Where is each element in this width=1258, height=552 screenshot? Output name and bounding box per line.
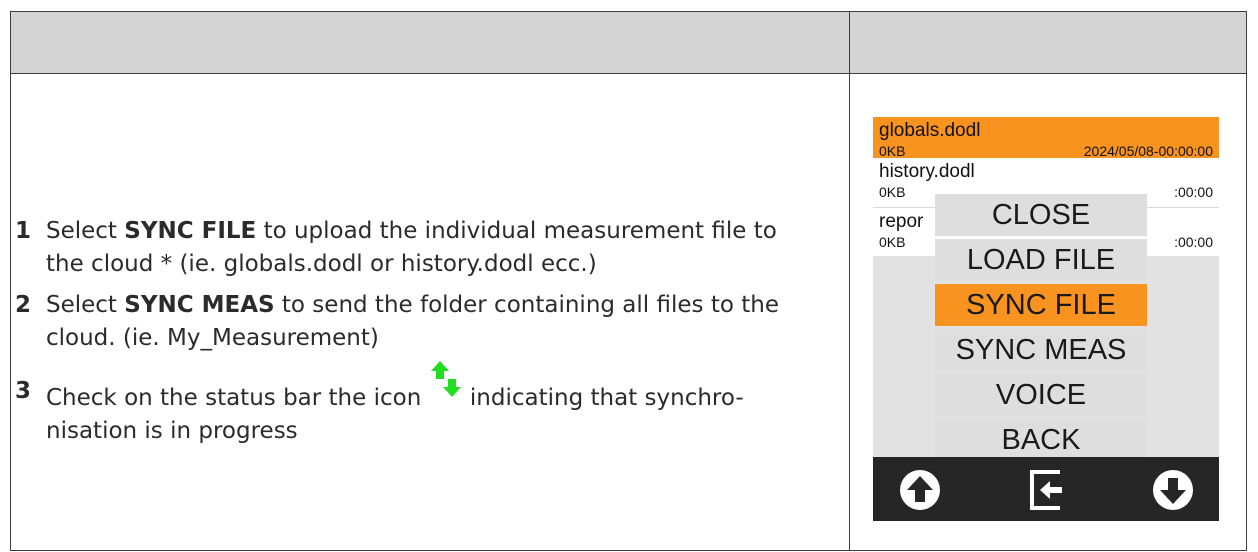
file-name: globals.dodl xyxy=(879,120,981,141)
steps-list: 1 Select SYNC FILE to upload the individu… xyxy=(15,215,815,456)
exit-door-icon[interactable] xyxy=(1024,468,1068,512)
table-header-row xyxy=(11,12,1246,74)
arrow-down-circle-icon[interactable] xyxy=(1151,468,1195,512)
step-2: 2 Select SYNC MEAS to send the folder con… xyxy=(15,289,815,355)
bottom-navigation-bar xyxy=(873,457,1219,521)
menu-item-voice[interactable]: VOICE xyxy=(935,374,1147,416)
file-date: :00:00 xyxy=(1174,184,1213,200)
step-1: 1 Select SYNC FILE to upload the individu… xyxy=(15,215,815,281)
menu-item-load-file[interactable]: LOAD FILE xyxy=(935,239,1147,281)
menu-item-close[interactable]: CLOSE xyxy=(935,194,1147,236)
step-number: 3 xyxy=(15,378,32,404)
step-keyword: SYNC MEAS xyxy=(124,292,275,318)
step-3: 3 Check on the status bar the icon indica… xyxy=(15,361,815,448)
column-divider xyxy=(849,12,850,550)
file-name: history.dodl xyxy=(879,161,975,182)
step-number: 1 xyxy=(15,218,32,244)
menu-item-back[interactable]: BACK xyxy=(935,419,1147,461)
step-text-pre: Check on the status bar the icon xyxy=(46,385,422,411)
step-text-pre: Select xyxy=(46,292,125,318)
menu-item-sync-file[interactable]: SYNC FILE xyxy=(935,284,1147,326)
step-number: 2 xyxy=(15,292,32,318)
sync-arrows-icon xyxy=(430,361,461,397)
device-screen: globals.dodl 0KB 2024/05/08-00:00:00 hist… xyxy=(873,117,1219,521)
step-text-pre: Select xyxy=(46,218,125,244)
file-date: :00:00 xyxy=(1174,234,1213,250)
file-size: 0KB xyxy=(879,184,906,200)
file-size: 0KB xyxy=(879,234,906,250)
menu-item-sync-meas[interactable]: SYNC MEAS xyxy=(935,329,1147,371)
context-menu: CLOSE LOAD FILE SYNC FILE SYNC MEAS VOIC… xyxy=(935,194,1147,464)
step-keyword: SYNC FILE xyxy=(124,218,257,244)
arrow-up-circle-icon[interactable] xyxy=(898,468,942,512)
